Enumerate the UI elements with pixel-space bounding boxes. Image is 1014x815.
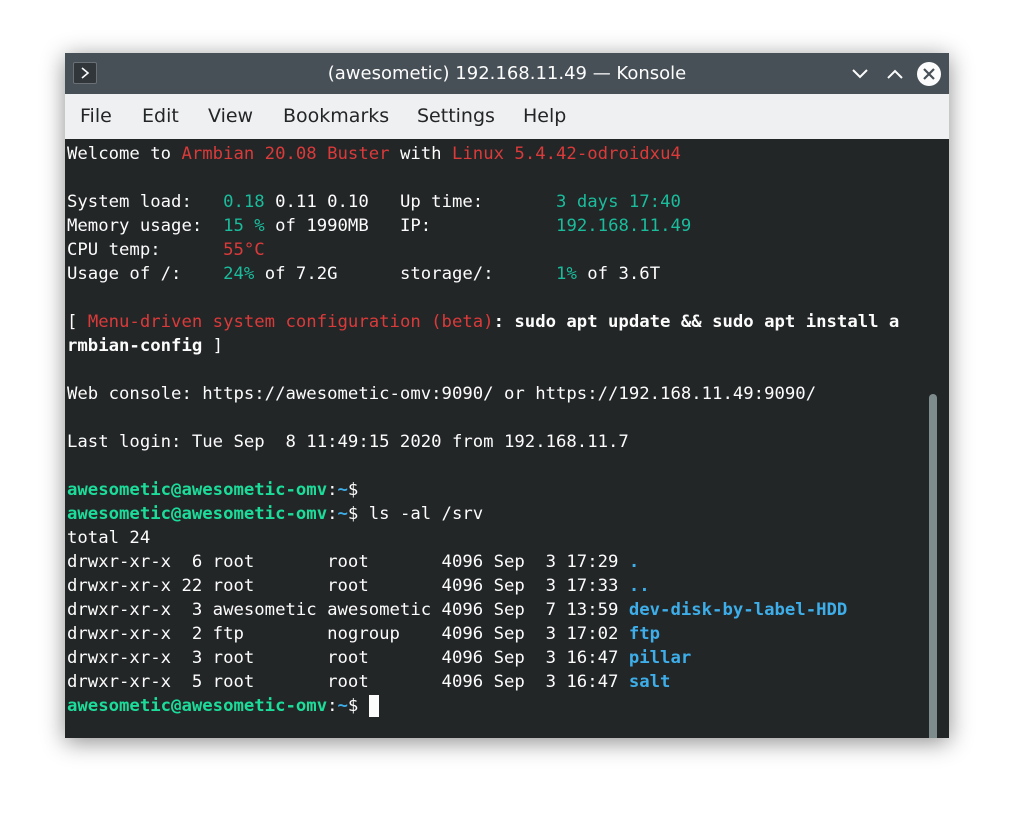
prompt-line: awesometic@awesometic-omv:~$ (67, 480, 359, 500)
menu-bar: File Edit View Bookmarks Settings Help (65, 94, 949, 139)
menu-settings[interactable]: Settings (417, 94, 495, 139)
menu-view[interactable]: View (208, 94, 253, 139)
config-hint-line: [ Menu-driven system configuration (beta… (67, 312, 900, 332)
listing-row: drwxr-xr-x 2 ftp nogroup 4096 Sep 3 17:0… (67, 624, 661, 644)
minimize-icon (852, 69, 868, 79)
scrollbar[interactable] (929, 394, 937, 738)
listing-row: drwxr-xr-x 5 root root 4096 Sep 3 16:47 … (67, 672, 671, 692)
web-console-line: Web console: https://awesometic-omv:9090… (67, 384, 817, 404)
listing-row: drwxr-xr-x 3 root root 4096 Sep 3 16:47 … (67, 648, 692, 668)
terminal-area[interactable]: Welcome to Armbian 20.08 Buster with Lin… (65, 139, 949, 738)
command-line: awesometic@awesometic-omv:~$ ls -al /srv (67, 504, 484, 524)
config-hint-line-wrap: rmbian-config ] (67, 336, 224, 356)
title-bar[interactable]: (awesometic) 192.168.11.49 — Konsole (65, 53, 949, 94)
menu-bookmarks[interactable]: Bookmarks (283, 94, 389, 139)
memory-usage-line: Memory usage: 15 % of 1990MB IP: 192.168… (67, 216, 692, 236)
maximize-icon (887, 69, 903, 79)
listing-row: drwxr-xr-x 3 awesometic awesometic 4096 … (67, 600, 848, 620)
system-load-line: System load: 0.18 0.11 0.10 Up time: 3 d… (67, 192, 681, 212)
active-prompt-line[interactable]: awesometic@awesometic-omv:~$ (67, 694, 379, 718)
close-button[interactable] (916, 61, 941, 86)
menu-help[interactable]: Help (523, 94, 566, 139)
window-title: (awesometic) 192.168.11.49 — Konsole (327, 63, 687, 84)
maximize-button[interactable] (883, 62, 907, 86)
listing-row: drwxr-xr-x 6 root root 4096 Sep 3 17:29 … (67, 552, 640, 572)
cpu-temp-line: CPU temp: 55°C (67, 240, 265, 260)
listing-row: drwxr-xr-x 22 root root 4096 Sep 3 17:33… (67, 576, 650, 596)
konsole-window: (awesometic) 192.168.11.49 — Konsole Fil… (65, 53, 949, 738)
text-cursor (368, 695, 379, 717)
welcome-line: Welcome to Armbian 20.08 Buster with Lin… (67, 144, 681, 164)
minimize-button[interactable] (848, 62, 872, 86)
last-login-line: Last login: Tue Sep 8 11:49:15 2020 from… (67, 432, 629, 452)
menu-file[interactable]: File (80, 94, 112, 139)
total-line: total 24 (67, 528, 151, 548)
disk-usage-line: Usage of /: 24% of 7.2G storage/: 1% of … (67, 264, 661, 284)
menu-edit[interactable]: Edit (142, 94, 179, 139)
close-icon (917, 62, 941, 86)
